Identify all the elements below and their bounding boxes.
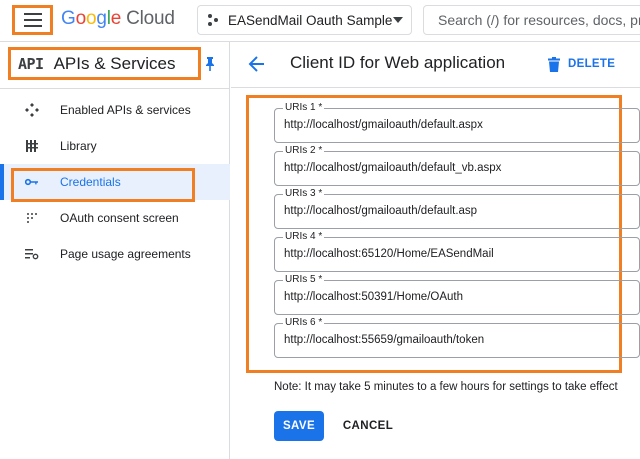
- project-picker[interactable]: EASendMail Oauth Sample: [197, 5, 412, 35]
- sidebar-item-oauth-consent[interactable]: OAuth consent screen: [0, 200, 230, 236]
- library-icon: [24, 138, 40, 154]
- google-cloud-logo[interactable]: Google Cloud: [61, 8, 175, 30]
- top-bar: Google Cloud EASendMail Oauth Sample Sear…: [0, 0, 640, 42]
- uri-value: http://localhost/gmailoauth/default.aspx: [284, 119, 483, 131]
- hub-icon: [24, 102, 40, 118]
- sidebar-header: API APIs & Services: [8, 47, 201, 80]
- cancel-button[interactable]: CANCEL: [335, 411, 401, 441]
- sidebar-item-label: Library: [60, 139, 97, 153]
- api-logo-icon: API: [18, 54, 44, 73]
- uri-value: http://localhost/gmailoauth/default_vb.a…: [284, 162, 502, 174]
- settings-list-icon: [24, 246, 40, 262]
- uri-label: URIs 1 *: [283, 102, 325, 113]
- consent-icon: [24, 210, 40, 226]
- project-name: EASendMail Oauth Sample: [228, 12, 393, 28]
- uri-label: URIs 2 *: [283, 145, 325, 156]
- main-content: Client ID for Web application DELETE URI…: [231, 42, 640, 459]
- uri-field-4[interactable]: URIs 4 * http://localhost:65120/Home/EAS…: [274, 231, 640, 272]
- sidebar-item-label: Enabled APIs & services: [60, 103, 191, 117]
- chevron-down-icon: [393, 17, 403, 23]
- uri-field-5[interactable]: URIs 5 * http://localhost:50391/Home/OAu…: [274, 274, 640, 315]
- page-header: Client ID for Web application DELETE: [231, 42, 640, 88]
- uri-field-2[interactable]: URIs 2 * http://localhost/gmailoauth/def…: [274, 145, 640, 186]
- sidebar-item-label: Page usage agreements: [60, 247, 191, 261]
- main-menu-button[interactable]: [12, 5, 53, 35]
- uri-field-6[interactable]: URIs 6 * http://localhost:55659/gmailoau…: [274, 317, 640, 358]
- uri-label: URIs 4 *: [283, 231, 325, 242]
- project-icon: [206, 13, 220, 27]
- active-indicator: [0, 164, 4, 200]
- sidebar-divider: [0, 88, 230, 89]
- save-button[interactable]: SAVE: [274, 411, 324, 441]
- uri-label: URIs 6 *: [283, 317, 325, 328]
- search-placeholder: Search (/) for resources, docs, pro: [438, 12, 640, 28]
- sidebar-item-library[interactable]: Library: [0, 128, 230, 164]
- sidebar-title: APIs & Services: [53, 53, 176, 73]
- uri-field-3[interactable]: URIs 3 * http://localhost/gmailoauth/def…: [274, 188, 640, 229]
- page-title: Client ID for Web application: [290, 53, 506, 72]
- sidebar-item-enabled-apis[interactable]: Enabled APIs & services: [0, 92, 230, 128]
- sidebar: API APIs & Services Enabled APIs & servi…: [0, 42, 230, 459]
- pin-icon[interactable]: [204, 57, 216, 71]
- delete-label: DELETE: [568, 58, 616, 70]
- sidebar-item-label: OAuth consent screen: [60, 211, 179, 225]
- uri-value: http://localhost:50391/Home/OAuth: [284, 291, 463, 303]
- sidebar-item-page-usage[interactable]: Page usage agreements: [0, 236, 230, 272]
- uri-field-1[interactable]: URIs 1 * http://localhost/gmailoauth/def…: [274, 102, 640, 143]
- uri-label: URIs 5 *: [283, 274, 325, 285]
- settings-note: Note: It may take 5 minutes to a few hou…: [274, 381, 618, 393]
- sidebar-item-label: Credentials: [60, 175, 121, 189]
- uri-value: http://localhost/gmailoauth/default.asp: [284, 205, 478, 217]
- sidebar-item-credentials[interactable]: Credentials: [0, 164, 230, 200]
- uri-value: http://localhost:65120/Home/EASendMail: [284, 248, 494, 260]
- back-arrow-icon[interactable]: [248, 55, 266, 73]
- key-icon: [24, 174, 40, 190]
- delete-button[interactable]: DELETE: [548, 53, 615, 75]
- uri-value: http://localhost:55659/gmailoauth/token: [284, 334, 485, 346]
- search-input[interactable]: Search (/) for resources, docs, pro: [423, 5, 640, 35]
- hamburger-icon: [23, 13, 42, 27]
- trash-icon: [548, 56, 560, 72]
- uri-label: URIs 3 *: [283, 188, 325, 199]
